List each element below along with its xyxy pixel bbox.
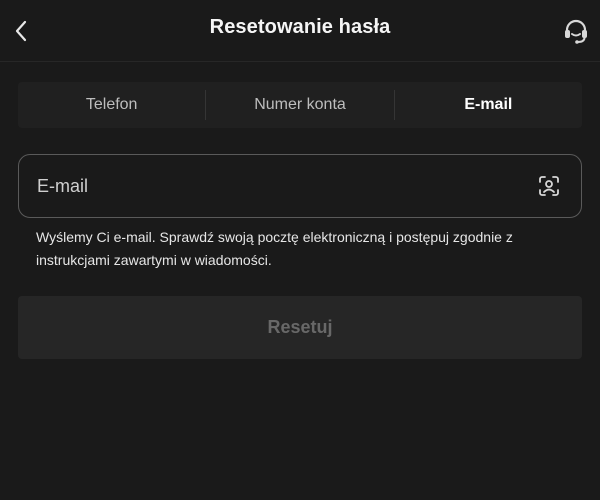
top-bar: Resetowanie hasła [0,0,600,62]
contact-scan-icon [539,176,559,196]
contact-scan-button[interactable] [535,172,563,200]
tab-account-number[interactable]: Numer konta [206,82,393,128]
tab-email[interactable]: E-mail [395,82,582,128]
page-title: Resetowanie hasła [209,16,391,38]
headset-support-icon [565,19,587,44]
reset-method-tabs: Telefon Numer konta E-mail [18,82,582,128]
tab-phone[interactable]: Telefon [18,82,205,128]
email-input[interactable] [19,155,535,217]
email-field-container [18,154,582,218]
email-instructions-text: Wyślemy Ci e-mail. Sprawdź swoją pocztę … [36,229,513,268]
reset-button[interactable]: Resetuj [18,296,582,359]
customer-support-button[interactable] [560,14,592,48]
